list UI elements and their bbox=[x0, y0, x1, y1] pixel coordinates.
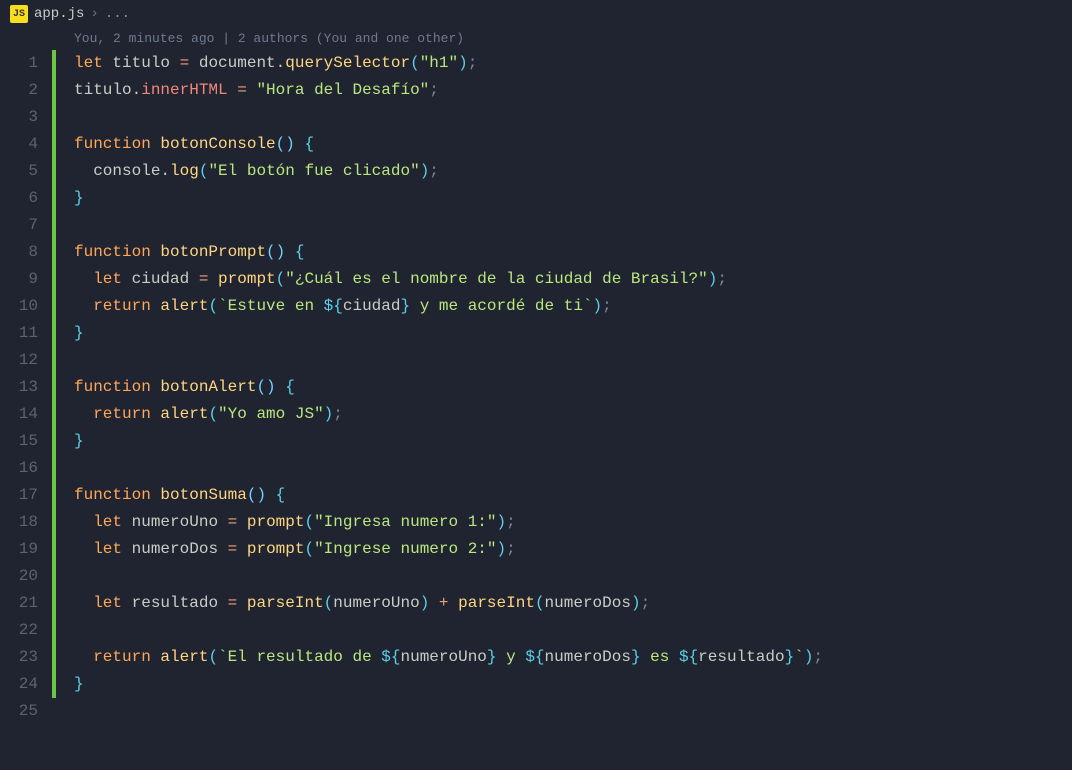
code-line[interactable]: let titulo = document.querySelector("h1"… bbox=[56, 50, 1072, 77]
line-number: 10 bbox=[0, 293, 52, 320]
breadcrumb-file[interactable]: app.js bbox=[34, 6, 84, 22]
code-line[interactable] bbox=[56, 698, 1072, 725]
js-icon: JS bbox=[10, 5, 28, 23]
code-line[interactable]: titulo.innerHTML = "Hora del Desafío"; bbox=[56, 77, 1072, 104]
code-line[interactable]: } bbox=[56, 320, 1072, 347]
chevron-right-icon: › bbox=[90, 6, 98, 22]
line-number: 5 bbox=[0, 158, 52, 185]
code-line[interactable]: } bbox=[56, 185, 1072, 212]
line-number: 13 bbox=[0, 374, 52, 401]
line-number: 2 bbox=[0, 77, 52, 104]
line-number: 24 bbox=[0, 671, 52, 698]
code-line[interactable] bbox=[56, 455, 1072, 482]
line-number: 16 bbox=[0, 455, 52, 482]
line-number: 18 bbox=[0, 509, 52, 536]
line-number: 8 bbox=[0, 239, 52, 266]
line-number: 17 bbox=[0, 482, 52, 509]
code-line[interactable] bbox=[56, 212, 1072, 239]
breadcrumb-tail[interactable]: ... bbox=[105, 6, 130, 22]
code-line[interactable]: let resultado = parseInt(numeroUno) + pa… bbox=[56, 590, 1072, 617]
code-line[interactable]: return alert("Yo amo JS"); bbox=[56, 401, 1072, 428]
code-line[interactable]: function botonConsole() { bbox=[56, 131, 1072, 158]
code-line[interactable] bbox=[56, 347, 1072, 374]
line-number: 14 bbox=[0, 401, 52, 428]
line-number: 4 bbox=[0, 131, 52, 158]
code-line[interactable] bbox=[56, 563, 1072, 590]
code-line[interactable]: function botonSuma() { bbox=[56, 482, 1072, 509]
editor[interactable]: 1 let titulo = document.querySelector("h… bbox=[0, 50, 1072, 725]
line-number: 25 bbox=[0, 698, 52, 725]
breadcrumb[interactable]: JS app.js › ... bbox=[0, 0, 1072, 28]
line-number: 22 bbox=[0, 617, 52, 644]
line-number: 23 bbox=[0, 644, 52, 671]
line-number: 9 bbox=[0, 266, 52, 293]
code-line[interactable]: } bbox=[56, 428, 1072, 455]
code-line[interactable] bbox=[56, 617, 1072, 644]
code-line[interactable]: let numeroDos = prompt("Ingrese numero 2… bbox=[56, 536, 1072, 563]
line-number: 20 bbox=[0, 563, 52, 590]
editor-rows: 1 let titulo = document.querySelector("h… bbox=[0, 50, 1072, 725]
line-number: 3 bbox=[0, 104, 52, 131]
code-line[interactable]: console.log("El botón fue clicado"); bbox=[56, 158, 1072, 185]
line-number: 19 bbox=[0, 536, 52, 563]
line-number: 6 bbox=[0, 185, 52, 212]
line-number: 1 bbox=[0, 50, 52, 77]
line-number: 12 bbox=[0, 347, 52, 374]
code-line[interactable]: let ciudad = prompt("¿Cuál es el nombre … bbox=[56, 266, 1072, 293]
code-line[interactable]: function botonPrompt() { bbox=[56, 239, 1072, 266]
line-number: 7 bbox=[0, 212, 52, 239]
line-number: 21 bbox=[0, 590, 52, 617]
code-line[interactable]: let numeroUno = prompt("Ingresa numero 1… bbox=[56, 509, 1072, 536]
code-line[interactable]: return alert(`Estuve en ${ciudad} y me a… bbox=[56, 293, 1072, 320]
code-line[interactable] bbox=[56, 104, 1072, 131]
code-line[interactable]: function botonAlert() { bbox=[56, 374, 1072, 401]
code-line[interactable]: } bbox=[56, 671, 1072, 698]
code-line[interactable]: return alert(`El resultado de ${numeroUn… bbox=[56, 644, 1072, 671]
line-number: 15 bbox=[0, 428, 52, 455]
codelens-blame[interactable]: You, 2 minutes ago | 2 authors (You and … bbox=[0, 28, 1072, 50]
line-number: 11 bbox=[0, 320, 52, 347]
